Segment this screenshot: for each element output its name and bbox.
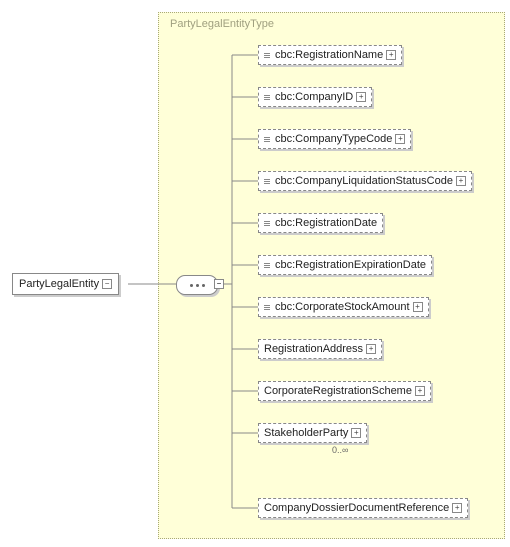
child-label: CompanyDossierDocumentReference: [264, 502, 449, 514]
attribute-bars-icon: [264, 221, 270, 226]
child-label: cbc:CompanyLiquidationStatusCode: [275, 175, 453, 187]
child-node[interactable]: RegistrationAddress+: [258, 339, 382, 359]
child-label: RegistrationAddress: [264, 343, 363, 355]
cardinality-label: 0..∞: [332, 445, 348, 455]
attribute-bars-icon: [264, 95, 270, 100]
child-label: cbc:CompanyID: [275, 91, 353, 103]
child-node[interactable]: cbc:RegistrationDate: [258, 213, 383, 233]
child-node[interactable]: cbc:CompanyID+: [258, 87, 372, 107]
minus-icon[interactable]: −: [102, 279, 112, 289]
plus-icon[interactable]: +: [456, 176, 466, 186]
plus-icon[interactable]: +: [413, 302, 423, 312]
sequence-node[interactable]: [176, 275, 218, 295]
root-node[interactable]: PartyLegalEntity −: [12, 273, 119, 295]
plus-icon[interactable]: +: [356, 92, 366, 102]
child-node[interactable]: CompanyDossierDocumentReference+: [258, 498, 468, 518]
attribute-bars-icon: [264, 263, 270, 268]
plus-icon[interactable]: +: [351, 428, 361, 438]
child-node[interactable]: cbc:CompanyTypeCode+: [258, 129, 411, 149]
diagram-canvas: PartyLegalEntityType PartyLegalEntity − …: [0, 0, 510, 547]
child-node[interactable]: CorporateRegistrationScheme+: [258, 381, 431, 401]
plus-icon[interactable]: +: [386, 50, 396, 60]
child-label: StakeholderParty: [264, 427, 348, 439]
type-label: PartyLegalEntityType: [170, 18, 274, 30]
attribute-bars-icon: [264, 137, 270, 142]
attribute-bars-icon: [264, 305, 270, 310]
child-node[interactable]: StakeholderParty+: [258, 423, 367, 443]
child-node[interactable]: cbc:RegistrationExpirationDate: [258, 255, 432, 275]
plus-icon[interactable]: +: [366, 344, 376, 354]
attribute-bars-icon: [264, 179, 270, 184]
child-label: cbc:CompanyTypeCode: [275, 133, 392, 145]
plus-icon[interactable]: +: [415, 386, 425, 396]
attribute-bars-icon: [264, 53, 270, 58]
child-label: cbc:RegistrationDate: [275, 217, 377, 229]
child-label: cbc:RegistrationExpirationDate: [275, 259, 426, 271]
child-label: cbc:RegistrationName: [275, 49, 383, 61]
plus-icon[interactable]: +: [395, 134, 405, 144]
root-label: PartyLegalEntity: [19, 278, 99, 290]
child-node[interactable]: cbc:CorporateStockAmount+: [258, 297, 429, 317]
child-label: cbc:CorporateStockAmount: [275, 301, 410, 313]
child-node[interactable]: cbc:CompanyLiquidationStatusCode+: [258, 171, 472, 191]
plus-icon[interactable]: +: [452, 503, 462, 513]
child-node[interactable]: cbc:RegistrationName+: [258, 45, 402, 65]
child-label: CorporateRegistrationScheme: [264, 385, 412, 397]
minus-icon[interactable]: −: [214, 279, 224, 289]
